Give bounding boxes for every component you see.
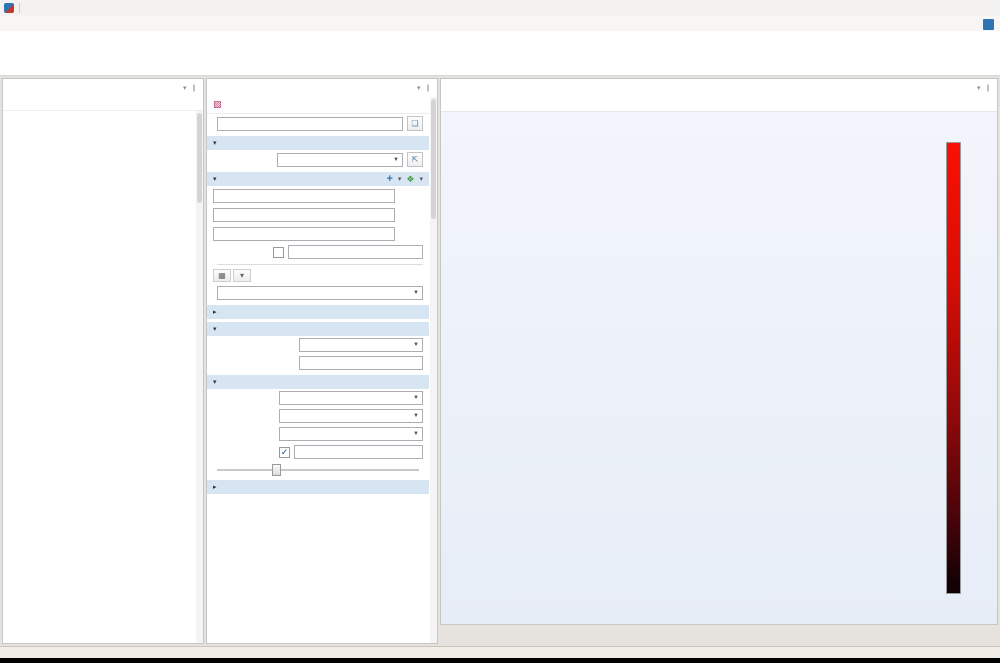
- scale-factor-input[interactable]: [294, 445, 423, 459]
- section-inherit-style[interactable]: ▸: [207, 480, 429, 494]
- graphics-panel: ▾ ∥: [440, 78, 998, 625]
- components-dropdown[interactable]: ▼: [217, 286, 423, 300]
- section-expression[interactable]: ▾ + ▾ ❖ ▾: [207, 172, 429, 186]
- chevron-down-icon[interactable]: ▾: [419, 175, 423, 183]
- scale-factor-checkbox[interactable]: ✓: [279, 446, 290, 458]
- help-button[interactable]: [983, 19, 994, 30]
- description-checkbox[interactable]: [273, 246, 284, 258]
- chevron-down-icon[interactable]: ▾: [398, 175, 402, 183]
- label-input[interactable]: [217, 116, 403, 131]
- placement-dropdown[interactable]: ▼: [299, 338, 423, 352]
- panel-menu-icons[interactable]: ▾ ∥: [183, 84, 198, 92]
- collapse-icon: ▾: [213, 326, 217, 333]
- settings-scrollbar[interactable]: [430, 97, 437, 643]
- section-arrow-positioning[interactable]: ▾: [207, 322, 429, 336]
- graphics-column: ▾ ∥: [440, 78, 998, 644]
- section-title[interactable]: ▸: [207, 305, 429, 319]
- quick-access-toolbar: [2, 3, 25, 13]
- settings-body: ❏ ▾ ▼ ⇱ ▾ + ▾ ❖ ▾ ▦ ▾ ▼ ▸ ▾ ▼ ▾ ▼ ▼ ▼ ✓ …: [207, 114, 437, 643]
- colorbar: [946, 142, 961, 594]
- z-component-input[interactable]: [213, 227, 395, 241]
- description-input[interactable]: [288, 245, 423, 259]
- chevron-down-icon: ▼: [413, 431, 419, 437]
- collapse-icon: ▾: [213, 379, 217, 386]
- chevron-down-icon: ▼: [413, 342, 419, 348]
- main-area: ▾ ∥ ▾ ∥ ▨ ❏ ▾ ▼ ⇱ ▾ + ▾ ❖ ▾ ▦ ▾ ▼ ▸ ▾ ▼ …: [0, 76, 1000, 646]
- rename-button[interactable]: ❏: [407, 116, 423, 131]
- chevron-down-icon: ▼: [413, 290, 419, 296]
- plot-icon: ▨: [213, 99, 222, 109]
- chevron-down-icon: ▼: [413, 413, 419, 419]
- collapse-icon: ▾: [213, 140, 217, 147]
- ribbon-tab-row: [0, 16, 1000, 31]
- model-builder-toolbar: [3, 96, 203, 111]
- model-tree: [3, 111, 203, 643]
- y-component-input[interactable]: [213, 208, 395, 222]
- divider: [19, 3, 20, 13]
- status-bar: [0, 646, 1000, 658]
- arrow-length-dropdown[interactable]: ▼: [279, 409, 423, 423]
- graphics-toolbar: [441, 96, 997, 111]
- screen-edge: [0, 658, 1000, 663]
- x-component-input[interactable]: [213, 189, 395, 203]
- settings-panel: ▾ ∥ ▨ ❏ ▾ ▼ ⇱ ▾ + ▾ ❖ ▾ ▦ ▾ ▼ ▸ ▾ ▼ ▾ ▼ …: [206, 78, 438, 644]
- panel-menu-icons[interactable]: ▾ ∥: [977, 84, 992, 92]
- app-icon: [4, 3, 14, 13]
- table-settings-button[interactable]: ▦: [213, 269, 231, 282]
- collapse-icon: ▾: [213, 176, 217, 183]
- ribbon: [0, 31, 1000, 76]
- go-to-source-button[interactable]: ⇱: [407, 152, 423, 167]
- tree-scrollbar[interactable]: [196, 111, 203, 643]
- number-of-arrows-input[interactable]: [299, 356, 423, 370]
- graphics-canvas[interactable]: [441, 111, 997, 624]
- title-bar: [0, 0, 1000, 16]
- console-tabs: [440, 627, 998, 644]
- section-coloring-and-style[interactable]: ▾: [207, 375, 429, 389]
- dataset-dropdown[interactable]: ▼: [277, 152, 403, 167]
- table-settings-dropdown[interactable]: ▾: [233, 269, 251, 282]
- chevron-down-icon: ▼: [413, 395, 419, 401]
- scale-factor-slider[interactable]: [217, 463, 419, 477]
- add-expression-button[interactable]: +: [386, 173, 392, 185]
- expression-presets-button[interactable]: ❖: [406, 174, 414, 185]
- arrow-base-dropdown[interactable]: ▼: [279, 427, 423, 441]
- arrow-type-dropdown[interactable]: ▼: [279, 391, 423, 405]
- beam-scene: [441, 112, 997, 624]
- expand-icon: ▸: [213, 309, 217, 316]
- expand-icon: ▸: [213, 484, 217, 491]
- chevron-down-icon: ▼: [393, 156, 399, 163]
- plot-button[interactable]: ▨: [207, 98, 437, 114]
- panel-menu-icons[interactable]: ▾ ∥: [417, 84, 432, 92]
- comsol-window: ▾ ∥ ▾ ∥ ▨ ❏ ▾ ▼ ⇱ ▾ + ▾ ❖ ▾ ▦ ▾ ▼ ▸ ▾ ▼ …: [0, 0, 1000, 663]
- parameters-group: [207, 261, 429, 266]
- model-builder-panel: ▾ ∥: [2, 78, 204, 644]
- section-data[interactable]: ▾: [207, 136, 429, 150]
- slider-thumb[interactable]: [271, 464, 281, 476]
